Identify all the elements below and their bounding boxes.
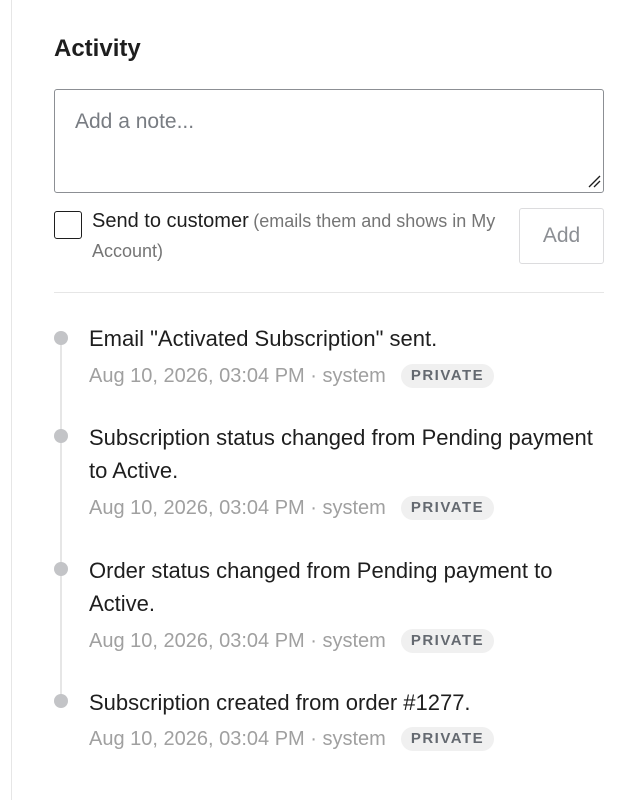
entry-timestamp: Aug 10, 2026, 03:04 PM · system [89, 727, 386, 750]
entry-text: Subscription created from order #1277. [89, 690, 471, 715]
timeline-dot-icon [54, 331, 68, 345]
entry-meta: Aug 10, 2026, 03:04 PM · system PRIVATE [89, 493, 604, 523]
entry-timestamp: Aug 10, 2026, 03:04 PM · system [89, 629, 386, 652]
entry-text: Subscription status changed from Pending… [89, 425, 593, 483]
timeline-dot-icon [54, 429, 68, 443]
entry-meta: Aug 10, 2026, 03:04 PM · system PRIVATE [89, 626, 604, 656]
entry-timestamp: Aug 10, 2026, 03:04 PM · system [89, 364, 386, 387]
panel-left-border [11, 0, 12, 800]
timeline-dot-icon [54, 694, 68, 708]
entry-timestamp: Aug 10, 2026, 03:04 PM · system [89, 496, 386, 519]
entry-meta: Aug 10, 2026, 03:04 PM · system PRIVATE [89, 724, 604, 754]
private-badge: PRIVATE [400, 364, 495, 388]
timeline-line [60, 340, 62, 702]
timeline-dot-icon [54, 562, 68, 576]
private-badge: PRIVATE [400, 496, 495, 520]
private-badge: PRIVATE [400, 629, 495, 653]
entry-text: Email "Activated Subscription" sent. [89, 326, 438, 351]
entry-text: Order status changed from Pending paymen… [89, 558, 553, 616]
entry-meta: Aug 10, 2026, 03:04 PM · system PRIVATE [89, 361, 604, 391]
private-badge: PRIVATE [400, 727, 495, 751]
activity-timeline: Email "Activated Subscription" sent. Aug… [54, 0, 604, 800]
